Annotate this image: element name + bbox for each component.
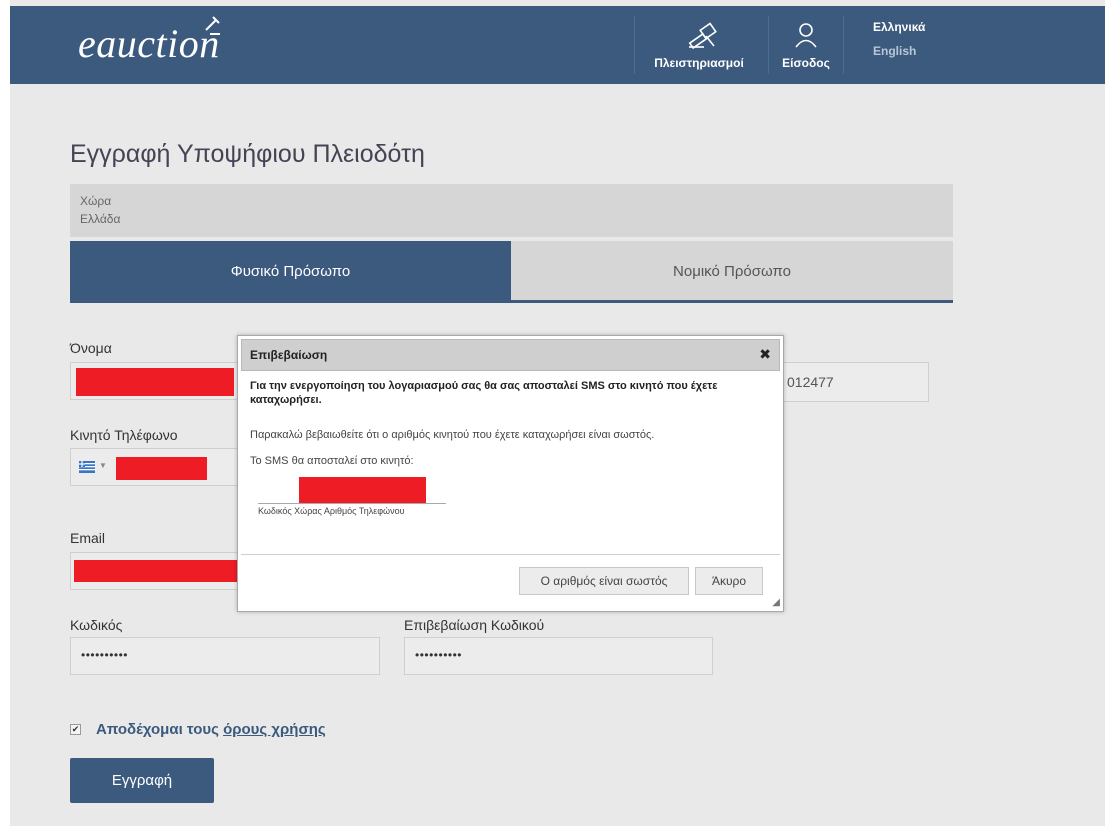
cancel-button[interactable]: Άκυρο [695, 567, 763, 595]
register-button[interactable]: Εγγραφή [70, 758, 214, 803]
phone-underline [258, 503, 446, 504]
lang-english[interactable]: English [873, 44, 916, 58]
tab-natural-person[interactable]: Φυσικό Πρόσωπο [70, 241, 511, 303]
resize-handle-icon[interactable]: ◢ [772, 597, 780, 608]
dialog-title: Επιβεβαίωση [250, 348, 328, 362]
password-input[interactable]: •••••••••• [70, 637, 380, 675]
nav-divider [843, 16, 844, 74]
mobile-label: Κινητό Τηλέφωνο [70, 427, 178, 443]
redaction-block [299, 477, 426, 504]
tab-legal-entity[interactable]: Νομικό Πρόσωπο [511, 241, 953, 303]
right-field[interactable]: 012477 [778, 362, 929, 402]
mobile-input[interactable]: ▼ [70, 448, 238, 486]
lang-greek[interactable]: Ελληνικά [873, 20, 925, 34]
email-label: Email [70, 530, 106, 546]
page-title: Εγγραφή Υποψήφιου Πλειοδότη [70, 140, 425, 168]
name-label: Όνομα [70, 340, 112, 356]
nav-divider [634, 16, 635, 74]
country-field[interactable]: Χώρα Ελλάδα [70, 184, 953, 237]
greece-flag-icon[interactable] [79, 461, 95, 473]
gavel-logo-icon [205, 16, 220, 35]
dialog-bold-message: Για την ενεργοποίηση του λογαριασμού σας… [250, 380, 718, 406]
user-icon [795, 23, 817, 48]
right-field-value: 012477 [787, 374, 834, 390]
dialog-titlebar[interactable]: Επιβεβαίωση ✖ [241, 339, 780, 371]
name-input[interactable] [70, 362, 240, 400]
nav-auctions-label: Πλειστηριασμοί [654, 56, 744, 70]
email-input[interactable] [70, 552, 241, 590]
redaction-block [116, 457, 207, 480]
terms-checkbox[interactable]: ✔ [70, 724, 81, 735]
password-label: Κωδικός [70, 617, 123, 633]
eauction-logo[interactable]: eauction [78, 16, 220, 67]
confirm-password-input[interactable]: •••••••••• [404, 637, 713, 675]
confirm-password-label: Επιβεβαίωση Κωδικού [404, 617, 545, 633]
dialog-divider [241, 554, 780, 555]
close-icon[interactable]: ✖ [759, 346, 771, 363]
terms-link[interactable]: όρους χρήσης [223, 721, 326, 738]
country-value: Ελλάδα [80, 212, 121, 226]
confirm-number-button[interactable]: Ο αριθμός είναι σωστός [519, 567, 689, 595]
gavel-icon [688, 22, 717, 50]
dialog-sms-note: Το SMS θα αποσταλεί στο κινητό: [250, 455, 414, 467]
nav-login[interactable]: Είσοδος [782, 6, 830, 84]
nav-login-label: Είσοδος [782, 56, 830, 70]
top-header: eauction Πλειστηριασμοί Είσοδος Ελληνικά… [10, 6, 1105, 84]
chevron-down-icon: ▼ [99, 461, 107, 470]
phone-caption: Κωδικός Χώρας Αριθμός Τηλεφώνου [258, 506, 405, 516]
dialog-message: Παρακαλώ βεβαιωθείτε ότι ο αριθμός κινητ… [250, 429, 655, 441]
terms-prefix: Αποδέχομαι τους [96, 721, 224, 738]
password-value: •••••••••• [81, 648, 129, 662]
confirm-password-value: •••••••••• [415, 648, 463, 662]
nav-divider [768, 16, 769, 74]
nav-auctions[interactable]: Πλειστηριασμοί [644, 6, 754, 84]
redaction-block [76, 368, 234, 396]
redaction-block [74, 560, 241, 582]
confirmation-dialog: Επιβεβαίωση ✖ Για την ενεργοποίηση του λ… [237, 335, 784, 612]
terms-text: Αποδέχομαι τους όρους χρήσης [96, 721, 326, 738]
country-label: Χώρα [80, 194, 112, 208]
